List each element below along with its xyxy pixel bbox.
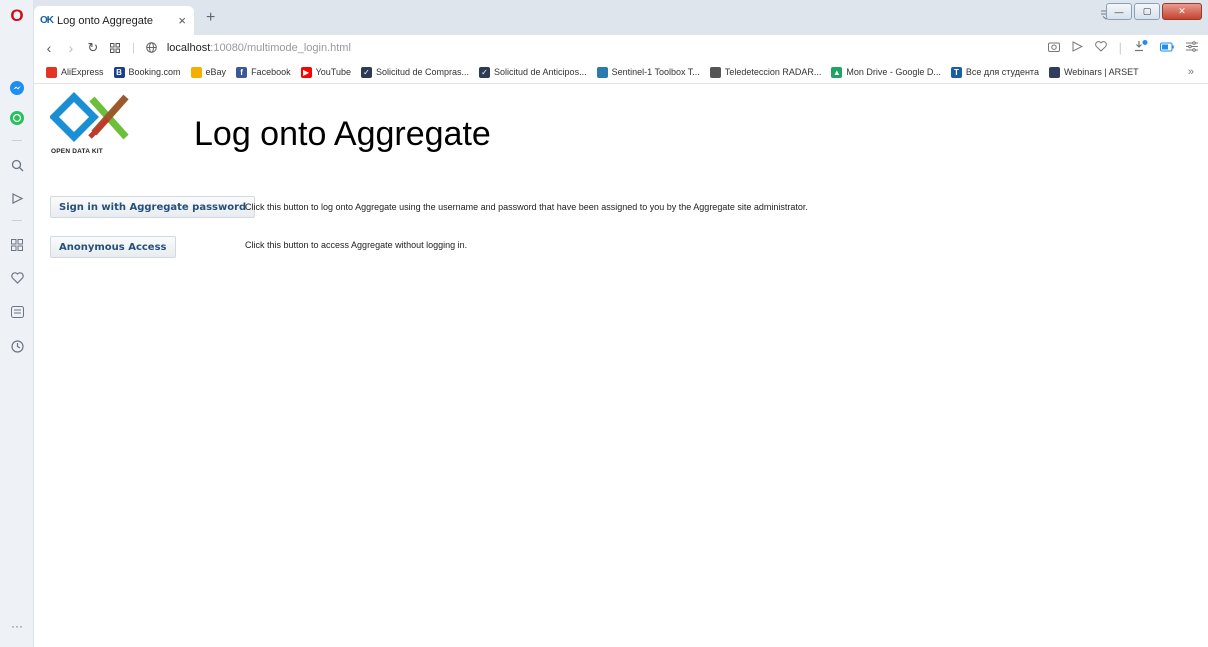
- bookmark-item[interactable]: Sentinel-1 Toolbox T...: [596, 66, 700, 78]
- odk-favicon-icon: OK: [40, 15, 54, 26]
- bookmark-item[interactable]: f Facebook: [236, 66, 291, 78]
- sign-in-password-button[interactable]: Sign in with Aggregate password: [50, 196, 256, 218]
- bookmark-favicon-icon: ▲: [831, 66, 843, 78]
- bookmark-item[interactable]: ✓ Solicitud de Compras...: [360, 66, 470, 78]
- bookmark-label: YouTube: [315, 67, 351, 77]
- search-icon[interactable]: [7, 155, 27, 175]
- bookmark-favicon-icon: T: [950, 66, 962, 78]
- bookmark-label: Teledeteccion RADAR...: [724, 67, 822, 77]
- bookmark-item[interactable]: T Все для студента: [950, 66, 1039, 78]
- reload-icon[interactable]: ↻: [82, 40, 104, 56]
- sign-in-description: Click this button to log onto Aggregate …: [245, 202, 808, 212]
- tab-close-icon[interactable]: ×: [178, 13, 186, 28]
- tabs-grid-icon[interactable]: [104, 40, 126, 56]
- bookmark-label: Booking.com: [128, 67, 181, 77]
- more-icon[interactable]: ···: [7, 616, 27, 636]
- bookmark-label: Sentinel-1 Toolbox T...: [611, 67, 700, 77]
- bookmark-label: eBay: [205, 67, 227, 77]
- bookmark-label: AliExpress: [61, 67, 104, 77]
- opera-logo-icon[interactable]: O: [7, 6, 27, 26]
- easy-setup-icon[interactable]: [1186, 40, 1198, 55]
- bookmark-item[interactable]: AliExpress: [46, 66, 104, 78]
- bookmark-item[interactable]: Teledeteccion RADAR...: [709, 66, 822, 78]
- bookmark-favicon-icon: f: [236, 66, 248, 78]
- page-content: OPEN DATA KIT Log onto Aggregate Sign in…: [34, 85, 1208, 647]
- bookmark-favicon-icon: [709, 66, 721, 78]
- heart-icon[interactable]: [7, 268, 27, 288]
- bookmark-favicon-icon: [190, 66, 202, 78]
- url-path: :10080/multimode_login.html: [210, 42, 351, 54]
- bookmark-favicon-icon: ▶: [300, 66, 312, 78]
- bookmark-label: Mon Drive - Google D...: [846, 67, 941, 77]
- bookmarks-more-icon[interactable]: »: [1188, 66, 1194, 78]
- maximize-icon[interactable]: ▢: [1134, 3, 1160, 20]
- bookmark-item[interactable]: ✓ Solicitud de Anticipos...: [479, 66, 587, 78]
- address-bar-actions: |: [1047, 40, 1198, 55]
- bookmark-item[interactable]: B Booking.com: [113, 66, 181, 78]
- back-icon[interactable]: ‹: [38, 40, 60, 56]
- anonymous-access-button[interactable]: Anonymous Access: [50, 236, 176, 258]
- history-icon[interactable]: [7, 336, 27, 356]
- bookmark-favicon-icon: ✓: [479, 66, 491, 78]
- snapshot-icon[interactable]: [1047, 40, 1060, 55]
- bookmark-favicon-icon: [1048, 66, 1060, 78]
- whatsapp-icon[interactable]: [7, 108, 27, 128]
- news-icon[interactable]: [7, 302, 27, 322]
- browser-window: O ··· OK Log onto Aggregate × + — ▢ ✕ ‹ …: [0, 0, 1208, 647]
- send-icon[interactable]: [1072, 40, 1083, 55]
- close-icon[interactable]: ✕: [1162, 3, 1202, 20]
- bookmarks-bar: AliExpress B Booking.com eBay f Facebook ▶ YouT…: [34, 61, 1208, 84]
- window-controls: — ▢ ✕: [1106, 3, 1202, 20]
- messenger-icon[interactable]: [7, 78, 27, 98]
- globe-icon: [141, 40, 163, 56]
- tab-title: Log onto Aggregate: [57, 14, 154, 27]
- bookmark-item[interactable]: ▶ YouTube: [300, 66, 351, 78]
- bookmark-favicon-icon: [596, 66, 608, 78]
- bookmark-label: Solicitud de Compras...: [375, 67, 470, 77]
- forward-icon[interactable]: ›: [60, 40, 82, 56]
- flow-icon[interactable]: [7, 188, 27, 208]
- browser-sidebar: O ···: [0, 0, 34, 647]
- odk-logo-icon: [49, 92, 129, 142]
- bookmark-favicon-icon: [46, 66, 57, 78]
- minimize-icon[interactable]: —: [1106, 3, 1132, 20]
- bookmark-item[interactable]: ▲ Mon Drive - Google D...: [831, 66, 941, 78]
- new-tab-button[interactable]: +: [206, 9, 215, 27]
- tab-strip: OK Log onto Aggregate × + — ▢ ✕: [34, 0, 1208, 35]
- address-bar: ‹ › ↻ | localhost:10080/multimode_login.…: [34, 35, 1208, 61]
- logo-text: OPEN DATA KIT: [51, 148, 103, 155]
- battery-saver-icon[interactable]: [1160, 40, 1174, 55]
- odk-logo: OPEN DATA KIT: [49, 91, 132, 155]
- bookmark-label: Facebook: [251, 67, 291, 77]
- bookmark-label: Webinars | ARSET: [1063, 67, 1139, 77]
- bookmark-item[interactable]: Webinars | ARSET: [1048, 66, 1139, 78]
- bookmark-favicon-icon: ✓: [360, 66, 372, 78]
- url-host: localhost: [166, 42, 211, 54]
- url-field[interactable]: localhost:10080/multimode_login.html: [163, 42, 351, 54]
- download-icon[interactable]: [1134, 40, 1148, 55]
- bookmark-label: Solicitud de Anticipos...: [494, 67, 587, 77]
- bookmark-favicon-icon: B: [113, 66, 125, 78]
- bookmark-heart-icon[interactable]: [1094, 40, 1107, 55]
- bookmark-item[interactable]: eBay: [190, 66, 227, 78]
- bookmark-label: Все для студента: [965, 67, 1039, 77]
- page-title: Log onto Aggregate: [194, 115, 491, 153]
- speed-dial-icon[interactable]: [7, 235, 27, 255]
- tab-active[interactable]: OK Log onto Aggregate ×: [34, 6, 194, 35]
- anonymous-description: Click this button to access Aggregate wi…: [245, 240, 468, 250]
